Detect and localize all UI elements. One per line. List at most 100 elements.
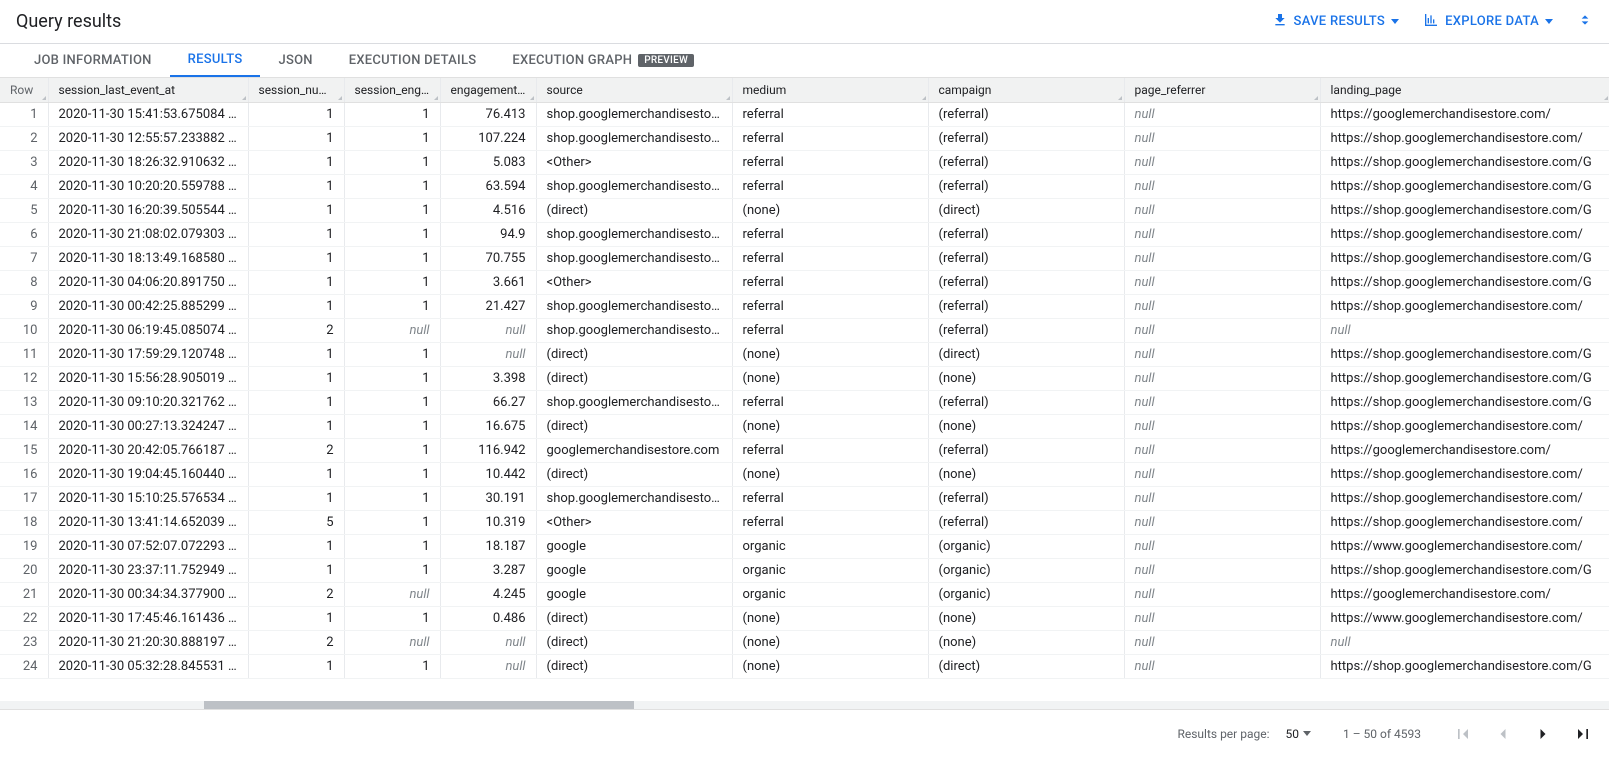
cell-land: https://shop.googlemerchandisestore.com/	[1320, 127, 1609, 151]
table-row[interactable]: 232020-11-30 21:20:30.888197 U...2nullnu…	[0, 631, 1609, 655]
table-row[interactable]: 22020-11-30 12:55:57.233882 U...11107.22…	[0, 127, 1609, 151]
page-size-select[interactable]: 50	[1285, 727, 1311, 741]
cell-med: referral	[732, 151, 928, 175]
cell-se: null	[344, 631, 440, 655]
column-header-source[interactable]: source	[536, 78, 732, 103]
table-row[interactable]: 72020-11-30 18:13:49.168580 U...1170.755…	[0, 247, 1609, 271]
cell-med: referral	[732, 391, 928, 415]
dropdown-icon	[1303, 731, 1311, 736]
cell-se: 1	[344, 199, 440, 223]
column-header-page_referrer[interactable]: page_referrer	[1124, 78, 1320, 103]
tab-json[interactable]: JSON	[260, 44, 330, 77]
cell-row: 4	[0, 175, 48, 199]
tab-execution-graph[interactable]: EXECUTION GRAPHPREVIEW	[494, 44, 712, 77]
column-header-campaign[interactable]: campaign	[928, 78, 1124, 103]
table-row[interactable]: 172020-11-30 15:10:25.576534 U...1130.19…	[0, 487, 1609, 511]
cell-camp: (none)	[928, 415, 1124, 439]
table-row[interactable]: 212020-11-30 00:34:34.377900 U...2null4.…	[0, 583, 1609, 607]
cell-ts: 2020-11-30 18:13:49.168580 U...	[48, 247, 248, 271]
tab-results[interactable]: RESULTS	[170, 44, 261, 77]
column-header-session_last_event_at[interactable]: session_last_event_at	[48, 78, 248, 103]
table-row[interactable]: 142020-11-30 00:27:13.324247 U...1116.67…	[0, 415, 1609, 439]
tab-execution-details[interactable]: EXECUTION DETAILS	[331, 44, 495, 77]
explore-data-button[interactable]: EXPLORE DATA	[1423, 12, 1553, 32]
cell-camp: (none)	[928, 631, 1124, 655]
explore-data-label: EXPLORE DATA	[1445, 14, 1539, 29]
cell-row: 3	[0, 151, 48, 175]
column-header-session_engage[interactable]: session_engage	[344, 78, 440, 103]
table-row[interactable]: 102020-11-30 06:19:45.085074 U...2nullnu…	[0, 319, 1609, 343]
cell-src: shop.googlemerchandisestore....	[536, 127, 732, 151]
table-row[interactable]: 12020-11-30 15:41:53.675084 U...1176.413…	[0, 103, 1609, 127]
table-row[interactable]: 202020-11-30 23:37:11.752949 U...113.287…	[0, 559, 1609, 583]
table-row[interactable]: 182020-11-30 13:41:14.652039 U...5110.31…	[0, 511, 1609, 535]
cell-se: 1	[344, 247, 440, 271]
cell-row: 5	[0, 199, 48, 223]
table-row[interactable]: 92020-11-30 00:42:25.885299 U...1121.427…	[0, 295, 1609, 319]
cell-ts: 2020-11-30 00:27:13.324247 U...	[48, 415, 248, 439]
page-title: Query results	[16, 11, 121, 32]
expand-collapse-button[interactable]	[1577, 12, 1593, 32]
table-row[interactable]: 52020-11-30 16:20:39.505544 U...114.516(…	[0, 199, 1609, 223]
cell-sn: 1	[248, 655, 344, 679]
cell-ref: null	[1124, 583, 1320, 607]
dropdown-icon	[1545, 19, 1553, 24]
table-row[interactable]: 162020-11-30 19:04:45.160440 U...1110.44…	[0, 463, 1609, 487]
download-icon	[1272, 12, 1288, 32]
cell-sn: 1	[248, 535, 344, 559]
cell-land: null	[1320, 319, 1609, 343]
table-row[interactable]: 42020-11-30 10:20:20.559788 U...1163.594…	[0, 175, 1609, 199]
cell-med: referral	[732, 511, 928, 535]
cell-camp: (referral)	[928, 319, 1124, 343]
cell-src: (direct)	[536, 655, 732, 679]
cell-camp: (none)	[928, 367, 1124, 391]
column-header-session_number[interactable]: session_number	[248, 78, 344, 103]
cell-camp: (referral)	[928, 175, 1124, 199]
table-row[interactable]: 122020-11-30 15:56:28.905019 U...113.398…	[0, 367, 1609, 391]
cell-src: shop.googlemerchandisestore....	[536, 175, 732, 199]
cell-land: null	[1320, 631, 1609, 655]
cell-med: organic	[732, 535, 928, 559]
cell-ref: null	[1124, 535, 1320, 559]
table-row[interactable]: 152020-11-30 20:42:05.766187 U...21116.9…	[0, 439, 1609, 463]
cell-ref: null	[1124, 607, 1320, 631]
save-results-button[interactable]: SAVE RESULTS	[1272, 12, 1400, 32]
cell-ref: null	[1124, 319, 1320, 343]
cell-et: 63.594	[440, 175, 536, 199]
table-row[interactable]: 82020-11-30 04:06:20.891750 U...113.661<…	[0, 271, 1609, 295]
table-row[interactable]: 62020-11-30 21:08:02.079303 U...1194.9sh…	[0, 223, 1609, 247]
cell-src: <Other>	[536, 271, 732, 295]
cell-ts: 2020-11-30 15:41:53.675084 U...	[48, 103, 248, 127]
table-row[interactable]: 112020-11-30 17:59:29.120748 U...11null(…	[0, 343, 1609, 367]
cell-land: https://shop.googlemerchandisestore.com/…	[1320, 343, 1609, 367]
cell-med: referral	[732, 487, 928, 511]
last-page-button[interactable]	[1573, 724, 1593, 744]
column-header-engagement_tim[interactable]: engagement_tim	[440, 78, 536, 103]
cell-se: 1	[344, 127, 440, 151]
first-page-button[interactable]	[1453, 724, 1473, 744]
table-row[interactable]: 32020-11-30 18:26:32.910632 U...115.083<…	[0, 151, 1609, 175]
table-row[interactable]: 132020-11-30 09:10:20.321762 U...1166.27…	[0, 391, 1609, 415]
cell-sn: 1	[248, 271, 344, 295]
column-header-landing_page[interactable]: landing_page	[1320, 78, 1609, 103]
cell-med: referral	[732, 247, 928, 271]
table-row[interactable]: 192020-11-30 07:52:07.072293 U...1118.18…	[0, 535, 1609, 559]
cell-med: referral	[732, 271, 928, 295]
cell-ts: 2020-11-30 16:20:39.505544 U...	[48, 199, 248, 223]
prev-page-button[interactable]	[1493, 724, 1513, 744]
cell-se: 1	[344, 367, 440, 391]
table-row[interactable]: 222020-11-30 17:45:46.161436 U...110.486…	[0, 607, 1609, 631]
column-header-row[interactable]: Row	[0, 78, 48, 103]
table-row[interactable]: 242020-11-30 05:32:28.845531 U...11null(…	[0, 655, 1609, 679]
cell-sn: 1	[248, 463, 344, 487]
cell-camp: (referral)	[928, 223, 1124, 247]
horizontal-scrollbar[interactable]	[0, 701, 1609, 709]
scrollbar-thumb[interactable]	[204, 701, 634, 709]
next-page-button[interactable]	[1533, 724, 1553, 744]
cell-land: https://googlemerchandisestore.com/	[1320, 103, 1609, 127]
cell-ref: null	[1124, 271, 1320, 295]
cell-src: <Other>	[536, 511, 732, 535]
column-header-medium[interactable]: medium	[732, 78, 928, 103]
cell-et: 116.942	[440, 439, 536, 463]
tab-job-information[interactable]: JOB INFORMATION	[16, 44, 170, 77]
